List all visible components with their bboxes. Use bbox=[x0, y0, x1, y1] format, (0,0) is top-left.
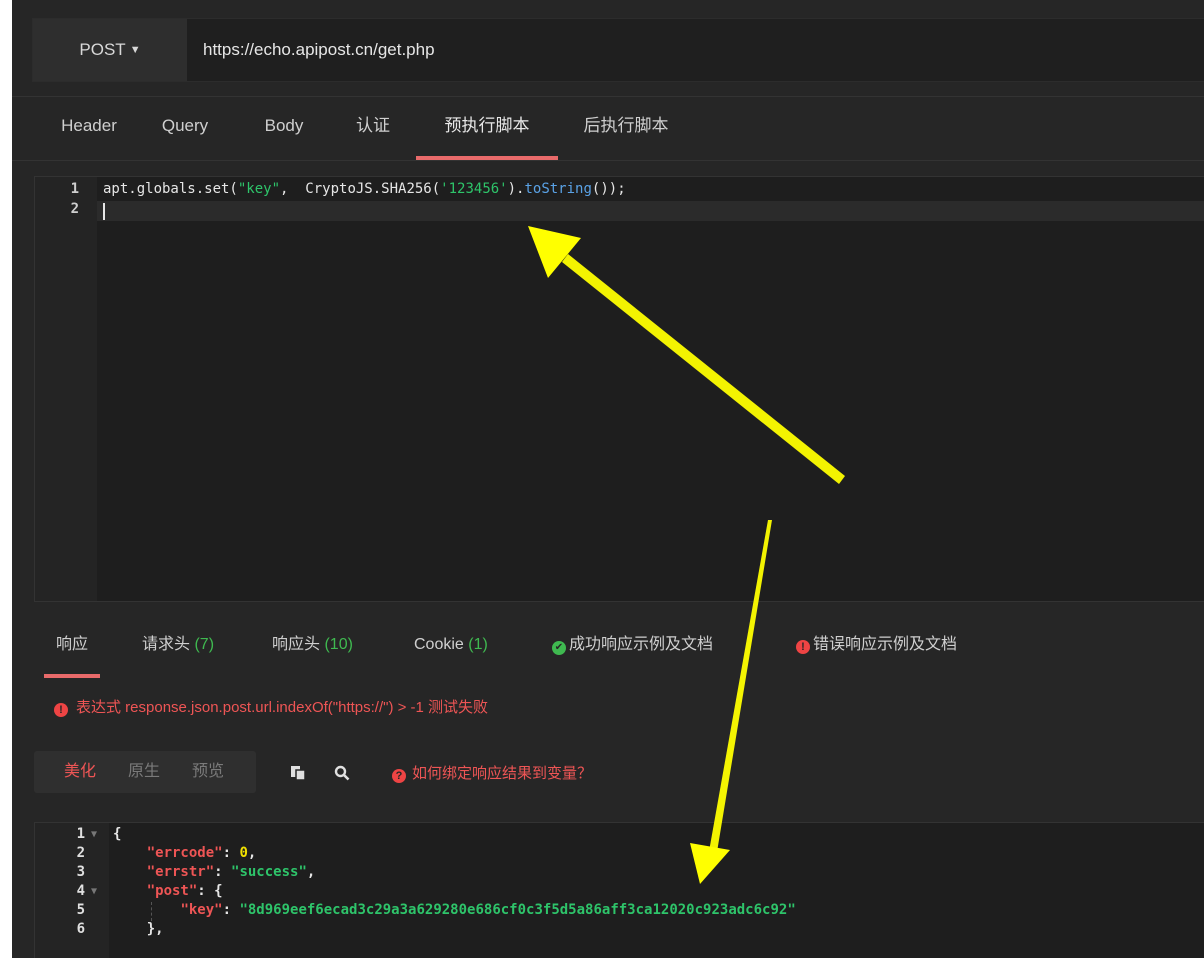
line-number: 6 bbox=[76, 921, 85, 937]
fold-arrow-icon[interactable]: ▼ bbox=[91, 829, 97, 840]
tab-auth[interactable]: 认证 bbox=[348, 98, 398, 160]
method-label: POST bbox=[79, 40, 126, 59]
tab-header[interactable]: Header bbox=[56, 98, 122, 160]
json-line: "key": "8d969eef6ecad3c29a3a629280e686cf… bbox=[180, 902, 796, 918]
code-function: toString bbox=[524, 181, 592, 197]
line-number: 1 bbox=[70, 181, 79, 197]
line-number: 4 bbox=[76, 883, 85, 899]
exclamation-circle-icon: ! bbox=[54, 703, 68, 717]
json-key: "errcode" bbox=[146, 845, 223, 861]
editor-gutter: 1 ▼ 2 3 4 ▼ 5 6 bbox=[35, 823, 109, 958]
line-number: 3 bbox=[76, 864, 85, 880]
url-bar: POST ▼ https://echo.apipost.cn/get.php bbox=[32, 18, 1204, 82]
code-line[interactable]: apt.globals.set("key", CryptoJS.SHA256('… bbox=[103, 181, 626, 197]
json-line: "post": { bbox=[146, 883, 223, 899]
tab-cookie[interactable]: Cookie (1) bbox=[414, 616, 488, 678]
response-body-editor[interactable]: 1 ▼ 2 3 4 ▼ 5 6 { "errcode": 0, "errstr"… bbox=[34, 822, 1204, 958]
json-brace: { bbox=[113, 826, 122, 842]
tab-post-script[interactable]: 后执行脚本 bbox=[576, 98, 676, 160]
code-token: , CryptoJS.SHA256( bbox=[280, 181, 441, 197]
tab-success-docs[interactable]: ✔ 成功响应示例及文档 bbox=[552, 616, 713, 678]
json-string: "success" bbox=[231, 864, 307, 880]
code-string: '123456' bbox=[440, 181, 508, 197]
tab-body[interactable]: Body bbox=[254, 98, 314, 160]
response-tabs: 响应 请求头 (7) 响应头 (10) Cookie (1) ✔ 成功响应示例及文… bbox=[12, 616, 1204, 678]
divider bbox=[12, 96, 1204, 97]
json-line: "errcode": 0, bbox=[146, 845, 257, 861]
json-string: "8d969eef6ecad3c29a3a629280e686cf0c3f5d5… bbox=[239, 902, 796, 918]
json-number: 0 bbox=[239, 845, 248, 861]
tab-query[interactable]: Query bbox=[152, 98, 218, 160]
test-message-text: 表达式 response.json.post.url.indexOf("http… bbox=[76, 699, 489, 716]
json-line: }, bbox=[113, 921, 164, 937]
text-cursor bbox=[103, 203, 105, 220]
tab-response[interactable]: 响应 bbox=[43, 616, 101, 678]
copy-icon[interactable] bbox=[290, 765, 306, 785]
json-key: "key" bbox=[180, 902, 223, 918]
code-string: "key" bbox=[237, 181, 281, 197]
code-token: ()); bbox=[591, 181, 626, 197]
tab-request-headers[interactable]: 请求头 (7) bbox=[142, 616, 214, 678]
fold-arrow-icon[interactable]: ▼ bbox=[91, 886, 97, 897]
editor-gutter: 1 2 bbox=[35, 177, 97, 601]
current-line-highlight bbox=[97, 201, 1204, 221]
tab-pre-script[interactable]: 预执行脚本 bbox=[416, 98, 558, 160]
divider bbox=[12, 160, 1204, 161]
tab-label: Cookie bbox=[414, 636, 464, 653]
tab-label: 错误响应示例及文档 bbox=[813, 636, 958, 653]
code-token: ). bbox=[507, 181, 525, 197]
json-line: "errstr": "success", bbox=[146, 864, 316, 880]
question-circle-icon: ? bbox=[392, 769, 406, 783]
code-token: apt.globals.set( bbox=[103, 181, 238, 197]
tab-response-headers[interactable]: 响应头 (10) bbox=[272, 616, 353, 678]
request-tabs: Header Query Body 认证 预执行脚本 后执行脚本 bbox=[12, 98, 1204, 160]
check-circle-icon: ✔ bbox=[552, 641, 566, 655]
line-number: 2 bbox=[70, 201, 79, 217]
view-mode-pretty[interactable]: 美化 bbox=[64, 751, 96, 793]
test-failure-message: ! 表达式 response.json.post.url.indexOf("htt… bbox=[54, 696, 488, 717]
search-icon[interactable] bbox=[334, 765, 350, 785]
count-badge: (1) bbox=[468, 636, 488, 653]
json-key: "post" bbox=[146, 883, 198, 899]
tab-label: 响应头 bbox=[272, 636, 321, 653]
json-key: "errstr" bbox=[146, 864, 215, 880]
line-number: 5 bbox=[76, 902, 85, 918]
line-number: 2 bbox=[76, 845, 85, 861]
view-mode-preview[interactable]: 预览 bbox=[192, 751, 224, 793]
json-brace: }, bbox=[146, 921, 164, 937]
view-mode-toggle: 美化 原生 预览 bbox=[34, 751, 256, 793]
url-input[interactable]: https://echo.apipost.cn/get.php bbox=[203, 19, 435, 81]
bind-response-help-link[interactable]: ? 如何绑定响应结果到变量？ bbox=[392, 762, 592, 783]
view-mode-raw[interactable]: 原生 bbox=[128, 751, 160, 793]
apipost-window: POST ▼ https://echo.apipost.cn/get.php H… bbox=[12, 0, 1204, 958]
script-editor[interactable]: 1 2 apt.globals.set("key", CryptoJS.SHA2… bbox=[34, 176, 1204, 602]
method-select[interactable]: POST ▼ bbox=[33, 19, 187, 81]
json-line: { bbox=[113, 826, 121, 842]
help-link-text: 如何绑定响应结果到变量？ bbox=[412, 765, 593, 782]
chevron-down-icon: ▼ bbox=[129, 44, 141, 56]
line-number: 1 bbox=[76, 826, 85, 842]
count-badge: (10) bbox=[324, 636, 353, 653]
tab-label: 成功响应示例及文档 bbox=[569, 636, 714, 653]
tab-error-docs[interactable]: ! 错误响应示例及文档 bbox=[796, 616, 957, 678]
exclamation-circle-icon: ! bbox=[796, 640, 810, 654]
count-badge: (7) bbox=[194, 636, 215, 653]
tab-label: 请求头 bbox=[142, 636, 191, 653]
